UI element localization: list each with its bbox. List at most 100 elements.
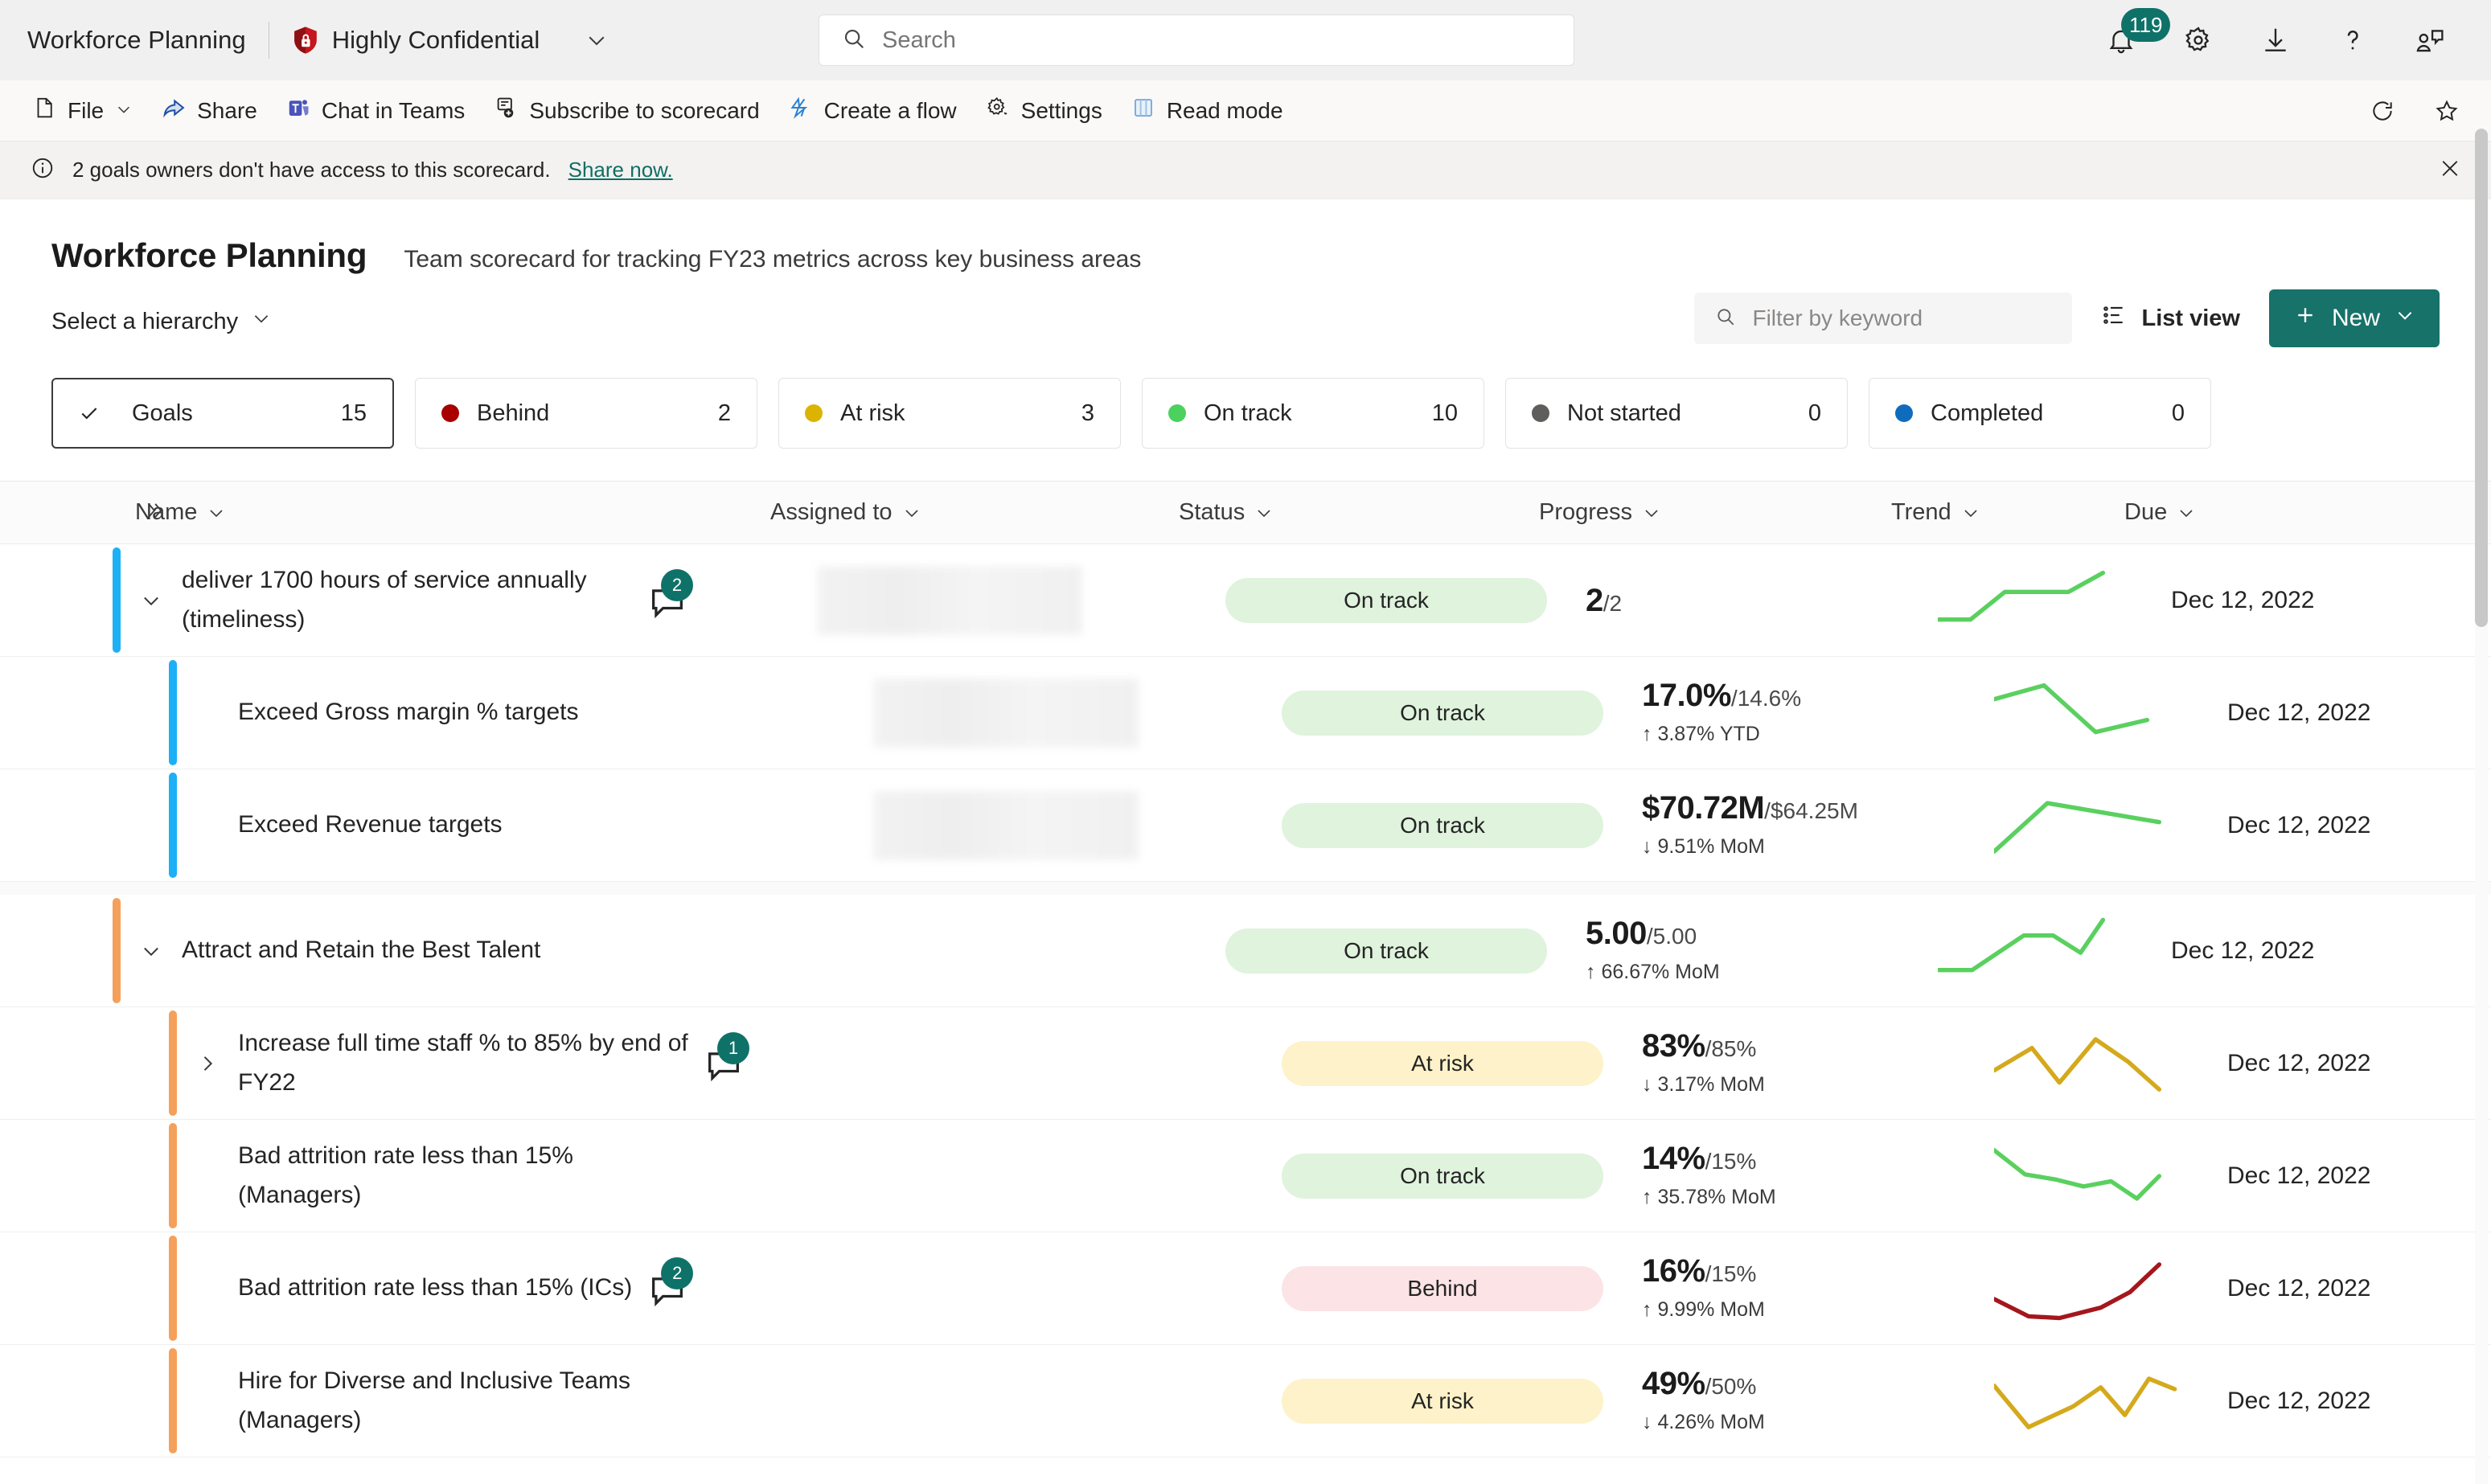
favorite-button[interactable] bbox=[2422, 86, 2472, 136]
search-input[interactable] bbox=[882, 27, 1551, 54]
cell-due-date[interactable]: Dec 12, 2022 bbox=[2227, 1007, 2468, 1119]
refresh-button[interactable] bbox=[2358, 86, 2407, 136]
comment-bubble[interactable]: 2 bbox=[646, 1256, 694, 1310]
status-badge[interactable]: On track bbox=[1282, 690, 1603, 736]
expand-all-icon[interactable] bbox=[143, 499, 166, 526]
cell-status[interactable]: At risk bbox=[1282, 1345, 1642, 1457]
cell-progress[interactable]: 83%/85% ↓ 3.17% MoM bbox=[1642, 1007, 1994, 1119]
cell-status[interactable]: Behind bbox=[1282, 1232, 1642, 1344]
row-expand-chevron-right-icon[interactable] bbox=[177, 1007, 238, 1119]
cell-name[interactable]: Increase full time staff % to 85% by end… bbox=[238, 1007, 873, 1119]
command-chat-in-teams[interactable]: Chat in Teams bbox=[272, 86, 479, 136]
notifications-button[interactable]: 119 bbox=[2083, 2, 2171, 79]
table-row[interactable]: Attract and Retain the Best Talent On tra… bbox=[0, 895, 2491, 1007]
column-header-assigned-to[interactable]: Assigned to bbox=[770, 499, 1179, 526]
status-badge[interactable]: Behind bbox=[1282, 1265, 1603, 1311]
cell-assigned-to[interactable] bbox=[873, 769, 1282, 881]
cell-assigned-to[interactable] bbox=[873, 1120, 1282, 1232]
status-filter-at-risk[interactable]: At risk 3 bbox=[778, 378, 1121, 449]
cell-due-date[interactable]: Dec 12, 2022 bbox=[2227, 769, 2468, 881]
table-row[interactable]: deliver 1700 hours of service annually (… bbox=[0, 544, 2491, 657]
command-create-a-flow[interactable]: Create a flow bbox=[774, 86, 971, 136]
command-read-mode[interactable]: Read mode bbox=[1117, 86, 1298, 136]
row-collapse-chevron-down-icon[interactable] bbox=[121, 895, 182, 1006]
status-badge[interactable]: On track bbox=[1282, 1153, 1603, 1199]
status-badge[interactable]: On track bbox=[1225, 577, 1547, 623]
comment-bubble[interactable]: 1 bbox=[703, 1031, 749, 1085]
cell-name[interactable]: Attract and Retain the Best Talent bbox=[182, 895, 817, 1006]
table-row[interactable]: Exceed Gross margin % targets On track 17.… bbox=[0, 657, 2491, 769]
sensitivity-label-button[interactable]: Highly Confidential bbox=[292, 26, 540, 55]
cell-assigned-to[interactable] bbox=[873, 1007, 1282, 1119]
cell-progress[interactable]: 17.0%/14.6% ↑ 3.87% YTD bbox=[1642, 657, 1994, 769]
status-filter-completed[interactable]: Completed 0 bbox=[1869, 378, 2211, 449]
status-filter-on-track[interactable]: On track 10 bbox=[1142, 378, 1484, 449]
cell-progress[interactable]: 49%/50% ↓ 4.26% MoM bbox=[1642, 1345, 1994, 1457]
command-file[interactable]: File bbox=[18, 86, 147, 136]
cell-assigned-to[interactable] bbox=[873, 1345, 1282, 1457]
cell-due-date[interactable]: Dec 12, 2022 bbox=[2171, 544, 2412, 656]
cell-name[interactable]: Bad attrition rate less than 15% (ICs) 2 bbox=[238, 1232, 873, 1344]
table-row[interactable]: Increase full time staff % to 85% by end… bbox=[0, 1007, 2491, 1120]
cell-progress[interactable]: $70.72M/$64.25M ↓ 9.51% MoM bbox=[1642, 769, 1994, 881]
status-filter-not-started[interactable]: Not started 0 bbox=[1505, 378, 1848, 449]
command-share[interactable]: Share bbox=[147, 86, 272, 136]
settings-button[interactable] bbox=[2160, 2, 2237, 79]
cell-status[interactable]: At risk bbox=[1282, 1007, 1642, 1119]
filter-by-keyword[interactable] bbox=[1694, 293, 2073, 344]
help-button[interactable] bbox=[2314, 2, 2391, 79]
cell-status[interactable]: On track bbox=[1225, 544, 1586, 656]
global-search[interactable] bbox=[819, 14, 1574, 66]
cell-status[interactable]: On track bbox=[1282, 769, 1642, 881]
cell-progress[interactable]: 16%/15% ↑ 9.99% MoM bbox=[1642, 1232, 1994, 1344]
status-badge[interactable]: At risk bbox=[1282, 1378, 1603, 1424]
cell-progress[interactable]: 5.00/5.00 ↑ 66.67% MoM bbox=[1586, 895, 1938, 1006]
cell-name[interactable]: deliver 1700 hours of service annually (… bbox=[182, 544, 817, 656]
comment-bubble[interactable]: 2 bbox=[646, 568, 693, 622]
row-collapse-chevron-down-icon[interactable] bbox=[121, 544, 182, 656]
cell-name[interactable]: Exceed Gross margin % targets bbox=[238, 657, 873, 769]
table-row[interactable]: Bad attrition rate less than 15% (Manage… bbox=[0, 1120, 2491, 1232]
cell-due-date[interactable]: Dec 12, 2022 bbox=[2227, 1345, 2468, 1457]
select-hierarchy-button[interactable]: Select a hierarchy bbox=[51, 308, 272, 335]
column-header-status[interactable]: Status bbox=[1179, 499, 1539, 526]
search-box[interactable] bbox=[819, 14, 1574, 66]
cell-due-date[interactable]: Dec 12, 2022 bbox=[2171, 895, 2412, 1006]
column-header-trend[interactable]: Trend bbox=[1891, 499, 2124, 526]
cell-status[interactable]: On track bbox=[1282, 657, 1642, 769]
vertical-scrollbar-thumb[interactable] bbox=[2475, 129, 2488, 627]
download-button[interactable] bbox=[2237, 2, 2314, 79]
cell-progress[interactable]: 14%/15% ↑ 35.78% MoM bbox=[1642, 1120, 1994, 1232]
table-row[interactable]: Hire for Diverse and Inclusive Teams (Ma… bbox=[0, 1345, 2491, 1457]
cell-due-date[interactable]: Dec 12, 2022 bbox=[2227, 1232, 2468, 1344]
status-filter-goals[interactable]: Goals 15 bbox=[51, 378, 394, 449]
chevron-down-icon[interactable] bbox=[585, 28, 609, 52]
feedback-button[interactable] bbox=[2391, 2, 2468, 79]
list-view-button[interactable]: List view bbox=[2101, 302, 2240, 334]
status-filter-behind[interactable]: Behind 2 bbox=[415, 378, 757, 449]
chevron-down-icon[interactable] bbox=[115, 98, 133, 124]
new-button[interactable]: New bbox=[2268, 289, 2440, 347]
message-bar-share-link[interactable]: Share now. bbox=[568, 158, 673, 182]
cell-assigned-to[interactable] bbox=[873, 1232, 1282, 1344]
cell-progress[interactable]: 2/2 bbox=[1586, 544, 1938, 656]
command-settings[interactable]: Settings bbox=[971, 86, 1117, 136]
app-name[interactable]: Workforce Planning bbox=[27, 26, 246, 55]
cell-status[interactable]: On track bbox=[1282, 1120, 1642, 1232]
status-badge[interactable]: On track bbox=[1282, 802, 1603, 848]
cell-assigned-to[interactable] bbox=[873, 657, 1282, 769]
cell-name[interactable]: Exceed Revenue targets bbox=[238, 769, 873, 881]
cell-assigned-to[interactable] bbox=[817, 544, 1225, 656]
filter-input[interactable] bbox=[1752, 305, 2052, 331]
column-header-progress[interactable]: Progress bbox=[1539, 499, 1891, 526]
cell-due-date[interactable]: Dec 12, 2022 bbox=[2227, 1120, 2468, 1232]
cell-name[interactable]: Bad attrition rate less than 15% (Manage… bbox=[238, 1120, 873, 1232]
command-subscribe-to-scorecard[interactable]: Subscribe to scorecard bbox=[479, 86, 774, 136]
cell-name[interactable]: Hire for Diverse and Inclusive Teams (Ma… bbox=[238, 1345, 873, 1457]
cell-assigned-to[interactable] bbox=[817, 895, 1225, 1006]
close-icon[interactable] bbox=[2438, 156, 2462, 184]
table-row[interactable]: Exceed Revenue targets On track $70.72M/$6… bbox=[0, 769, 2491, 882]
column-header-name[interactable]: Name bbox=[135, 499, 770, 526]
status-badge[interactable]: At risk bbox=[1282, 1040, 1603, 1086]
cell-due-date[interactable]: Dec 12, 2022 bbox=[2227, 657, 2468, 769]
